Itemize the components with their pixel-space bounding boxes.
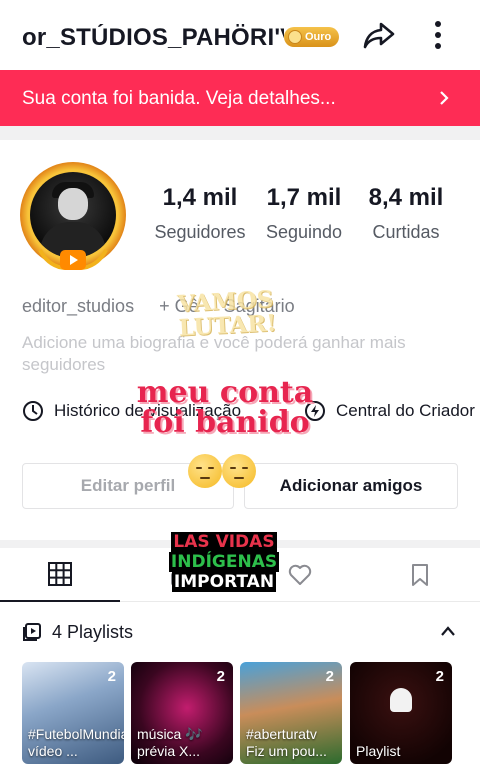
gold-badge[interactable]: Ouro <box>284 27 340 47</box>
playlists-header[interactable]: 4 Playlists <box>22 620 462 644</box>
followers-stat[interactable]: 1,4 mil Seguidores <box>148 184 252 243</box>
tab-videos[interactable] <box>0 548 120 602</box>
playlist-icon <box>23 623 41 641</box>
playlist-title: #FutebolMundial vídeo ... <box>28 726 124 759</box>
section-gap <box>0 126 480 140</box>
ban-banner-text: Sua conta foi banida. Veja detalhes... <box>22 88 336 109</box>
playlist-card[interactable]: 2 música 🎶 prévia X... <box>131 662 233 764</box>
playlist-card[interactable]: 2 Playlist <box>350 662 452 764</box>
more-vertical-icon[interactable] <box>426 18 450 52</box>
playlist-card[interactable]: 2 #FutebolMundial vídeo ... <box>22 662 124 764</box>
likes-count: 8,4 mil <box>368 184 444 211</box>
las-vidas-line3: IMPORTAN <box>171 572 277 592</box>
playlist-title: #aberturatv Fiz um pou... <box>246 726 327 759</box>
share-arrow-icon[interactable] <box>362 18 396 52</box>
followers-label: Seguidores <box>154 222 246 242</box>
profile-handle[interactable]: editor_studios <box>22 296 134 316</box>
grid-icon <box>48 562 72 586</box>
tab-saved[interactable] <box>360 548 480 602</box>
ghost-icon <box>390 688 412 712</box>
vamos-lutar-sticker: VAMOS LUTAR! <box>176 285 278 342</box>
ban-sticker-line1: meu conta <box>136 375 314 410</box>
following-label: Seguindo <box>265 222 343 242</box>
coin-icon <box>288 30 302 44</box>
bio-placeholder[interactable]: Adicione uma biografia e você poderá gan… <box>22 332 462 376</box>
las-vidas-sticker: LAS VIDAS INDÍGENAS IMPORTAN <box>168 532 280 592</box>
playlist-title: Playlist <box>356 743 401 759</box>
las-vidas-line1: LAS VIDAS <box>171 532 277 552</box>
ban-sticker: meu conta foi banido <box>80 378 370 438</box>
sad-emoji-sticker <box>188 454 256 488</box>
ban-banner[interactable]: Sua conta foi banida. Veja detalhes... <box>0 70 480 126</box>
following-count: 1,7 mil <box>266 184 342 211</box>
chevron-up-icon[interactable] <box>440 624 456 638</box>
playlist-video-count: 2 <box>325 668 334 685</box>
badge-label: Ouro <box>305 31 332 43</box>
live-play-icon <box>60 250 86 270</box>
followers-count: 1,4 mil <box>162 184 238 211</box>
playlist-title: música 🎶 prévia X... <box>137 726 203 759</box>
profile-username: or_STÚDIOS_PAHÖRI'V <box>22 24 284 51</box>
heart-icon <box>288 564 312 585</box>
top-bar: or_STÚDIOS_PAHÖRI'V Ouro <box>0 0 480 70</box>
clock-icon <box>23 401 43 421</box>
las-vidas-line2: INDÍGENAS <box>168 552 280 572</box>
playlist-video-count: 2 <box>435 668 444 685</box>
chevron-right-icon <box>440 91 449 105</box>
likes-label: Curtidas <box>372 222 440 242</box>
pensive-face-icon <box>188 454 222 488</box>
pensive-face-icon <box>222 454 256 488</box>
likes-stat[interactable]: 8,4 mil Curtidas <box>360 184 452 243</box>
playlist-video-count: 2 <box>216 668 225 685</box>
playlist-card[interactable]: 2 #aberturatv Fiz um pou... <box>240 662 342 764</box>
playlists-count: 4 Playlists <box>52 621 134 642</box>
avatar[interactable] <box>18 160 128 272</box>
following-stat[interactable]: 1,7 mil Seguindo <box>258 184 350 243</box>
ban-sticker-line2: foi banido <box>140 405 310 440</box>
add-friends-button[interactable]: Adicionar amigos <box>244 463 458 509</box>
bookmark-icon <box>412 564 428 586</box>
playlist-video-count: 2 <box>107 668 116 685</box>
